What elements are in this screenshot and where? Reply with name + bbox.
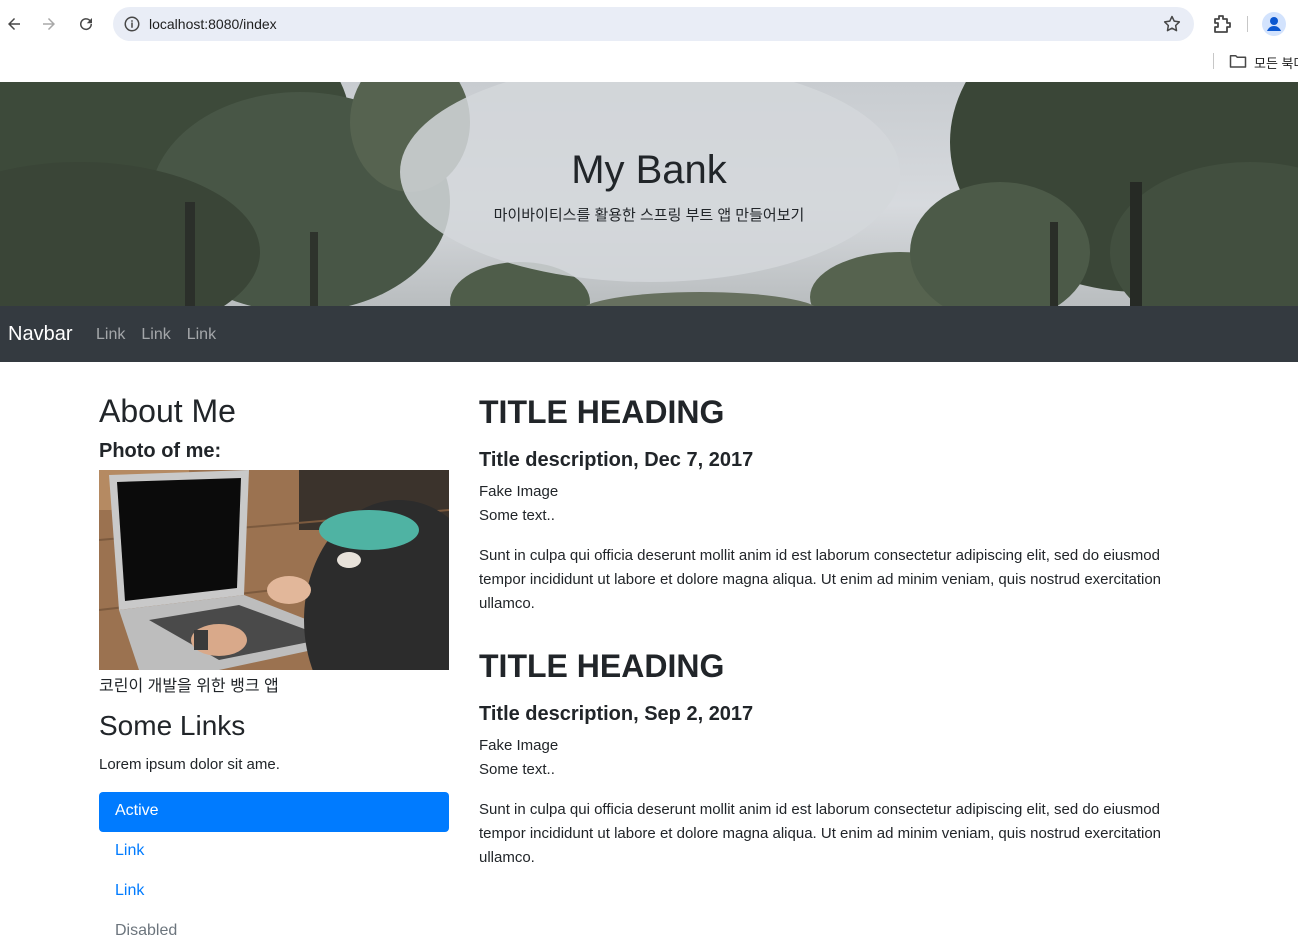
post-some-text: Some text..: [479, 761, 555, 778]
bookmark-star-icon[interactable]: [1162, 14, 1182, 34]
reload-icon[interactable]: [74, 12, 98, 36]
post-some-text: Some text..: [479, 507, 555, 524]
some-links-text: Lorem ipsum dolor sit ame.: [99, 756, 280, 773]
post-fake-image: Fake Image: [479, 483, 559, 500]
photo-heading: Photo of me:: [99, 440, 222, 462]
profile-avatar-icon[interactable]: [1262, 12, 1286, 36]
navbar-link-2[interactable]: Link: [141, 326, 170, 344]
address-bar[interactable]: localhost:8080/index: [113, 7, 1194, 41]
navbar-brand[interactable]: Navbar: [8, 323, 72, 346]
site-subtitle: 마이바이티스를 활용한 스프링 부트 앱 만들어보기: [493, 207, 805, 224]
browser-chrome: localhost:8080/index 모든 북마크: [0, 0, 1298, 83]
hero-banner: My Bank 마이바이티스를 활용한 스프링 부트 앱 만들어보기: [0, 82, 1298, 306]
profile-photo: [99, 470, 449, 670]
post-body: Sunt in culpa qui officia deserunt molli…: [479, 547, 1162, 612]
post-title: TITLE HEADING: [479, 394, 725, 430]
back-icon[interactable]: [2, 12, 26, 36]
navbar-link-3[interactable]: Link: [187, 326, 216, 344]
post-body: Sunt in culpa qui officia deserunt molli…: [479, 801, 1162, 866]
post-title: TITLE HEADING: [479, 648, 725, 684]
site-title: My Bank: [571, 148, 727, 192]
post-fake-image: Fake Image: [479, 737, 559, 754]
bookmark-divider: [1213, 53, 1214, 69]
all-bookmarks-label[interactable]: 모든 북마크: [1254, 53, 1298, 72]
extensions-icon[interactable]: [1210, 12, 1234, 36]
about-heading: About Me: [99, 393, 236, 429]
hero-background-image: [0, 82, 1298, 306]
post-description: Title description, Dec 7, 2017: [479, 449, 754, 471]
url-text[interactable]: localhost:8080/index: [149, 16, 277, 32]
photo-caption: 코린이 개발을 위한 뱅크 앱: [99, 678, 279, 695]
some-links-heading: Some Links: [99, 710, 246, 741]
toolbar-divider: [1247, 16, 1248, 32]
top-navbar: Navbar Link Link Link: [0, 306, 1298, 362]
nav-pill-link-1[interactable]: Link: [99, 832, 449, 872]
post-1: TITLE HEADING Title description, Dec 7, …: [479, 394, 1209, 616]
post-2: TITLE HEADING Title description, Sep 2, …: [479, 648, 1209, 870]
nav-pill-disabled: Disabled: [115, 922, 178, 939]
navbar-links: Link Link Link: [96, 326, 216, 344]
nav-pill-active[interactable]: Active: [99, 792, 449, 832]
navbar-link-1[interactable]: Link: [96, 326, 125, 344]
site-info-icon[interactable]: [123, 15, 141, 33]
folder-icon: [1229, 55, 1247, 68]
post-description: Title description, Sep 2, 2017: [479, 703, 754, 725]
forward-icon[interactable]: [37, 12, 61, 36]
nav-pill-link-2[interactable]: Link: [99, 872, 449, 912]
